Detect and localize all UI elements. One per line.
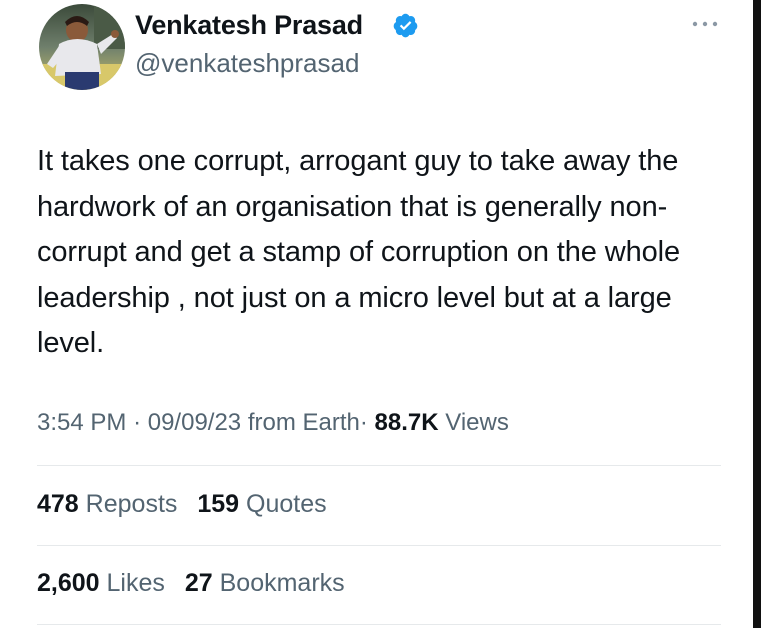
views-count: 88.7K — [374, 409, 439, 436]
avatar-image — [39, 4, 125, 90]
likes-stat[interactable]: 2,600 Likes — [37, 568, 165, 598]
bookmarks-label: Bookmarks — [219, 569, 345, 597]
tweet-meta: 3:54 PM · 09/09/23 from Earth· 88.7K Vie… — [37, 408, 509, 438]
engagement-row-reposts: 478 Reposts 159 Quotes — [37, 489, 340, 519]
reposts-label: Reposts — [85, 490, 178, 518]
divider — [37, 545, 721, 546]
quotes-stat[interactable]: 159 Quotes — [197, 489, 326, 519]
display-name[interactable]: Venkatesh Prasad — [135, 9, 363, 41]
reposts-count: 478 — [37, 490, 79, 518]
divider — [37, 465, 721, 466]
more-dots-icon[interactable] — [690, 16, 720, 32]
user-handle[interactable]: @venkateshprasad — [135, 48, 359, 78]
likes-label: Likes — [106, 569, 165, 597]
meta-separator: · — [359, 409, 368, 436]
quotes-label: Quotes — [246, 490, 327, 518]
bookmarks-count: 27 — [184, 569, 213, 597]
quotes-count: 159 — [197, 490, 240, 518]
likes-count: 2,600 — [37, 569, 100, 597]
divider — [37, 624, 721, 625]
tweet-source: from Earth — [247, 409, 360, 436]
reposts-stat[interactable]: 478 Reposts — [37, 489, 177, 519]
meta-separator: · — [133, 409, 142, 436]
views-label: Views — [445, 409, 509, 436]
engagement-row-likes: 2,600 Likes 27 Bookmarks — [37, 568, 358, 598]
tweet-date[interactable]: 09/09/23 — [148, 409, 241, 436]
tweet-time[interactable]: 3:54 PM — [37, 409, 126, 436]
verified-badge-icon — [393, 13, 418, 38]
tweet-card: Venkatesh Prasad @venkateshprasad It tak… — [0, 0, 761, 628]
tweet-text: It takes one corrupt, arrogant guy to ta… — [37, 145, 681, 359]
bookmarks-stat[interactable]: 27 Bookmarks — [185, 568, 345, 598]
window-edge — [753, 0, 761, 628]
avatar[interactable] — [39, 4, 125, 90]
